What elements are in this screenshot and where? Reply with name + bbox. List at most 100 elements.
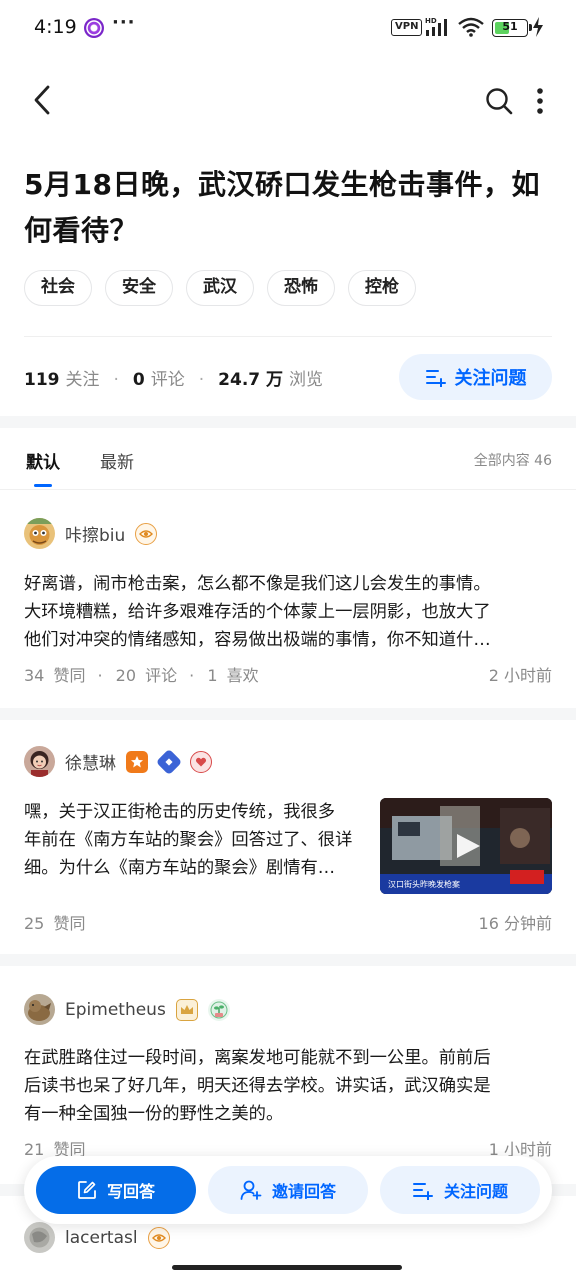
tag-item[interactable]: 社会 xyxy=(24,270,92,306)
likes-count: 21 xyxy=(24,1140,45,1159)
follow-question-bottom-label: 关注问题 xyxy=(443,1182,508,1201)
excerpt-line: 年前在《南方车站的聚会》回答过了、很详 xyxy=(24,830,353,850)
likes-count: 25 xyxy=(24,914,45,933)
app-notification-icon xyxy=(84,18,104,38)
excerpt-line: 细。为什么《南方车站的聚会》剧情有… xyxy=(24,858,336,878)
answer-time: 2 小时前 xyxy=(488,666,552,685)
followers-count: 119 xyxy=(24,370,60,390)
edit-icon xyxy=(78,1181,96,1199)
tag-item[interactable]: 安全 xyxy=(105,270,173,306)
author-name[interactable]: 徐慧琳 xyxy=(65,749,116,774)
answer-meta: 34 赞同 · 20 评论 · 1 喜欢 xyxy=(24,666,259,685)
signal-icon: HD xyxy=(425,17,447,36)
answer-card[interactable]: Epimetheus 在武胜路住过一段时间，离案发地可能就不到一公里。前前后 后… xyxy=(0,994,576,1174)
video-thumbnail[interactable]: 汉口街头昨晚发枪案 xyxy=(380,798,552,894)
author-name[interactable]: lacertasl xyxy=(65,1228,138,1248)
excerpt-line: 有一种全国独一份的野性之美的。 xyxy=(24,1104,284,1124)
answer-excerpt[interactable]: 嘿，关于汉正街枪击的历史传统，我很多 年前在《南方车站的聚会》回答过了、很详 细… xyxy=(24,798,374,882)
excerpt-line: 大环境糟糕，给许多艰难存活的个体蒙上一层阴影，也放大了 xyxy=(24,602,491,622)
follow-question-button[interactable]: 关注问题 xyxy=(399,354,552,400)
followers-label: 关注 xyxy=(65,370,100,390)
write-answer-label: 写回答 xyxy=(106,1182,155,1201)
battery-percent: 51 xyxy=(502,20,518,33)
section-gap xyxy=(0,954,576,966)
avatar xyxy=(24,1222,55,1253)
wifi-icon xyxy=(458,17,484,37)
plant-badge-icon xyxy=(207,998,230,1021)
excerpt-line: 后读书也呆了好几年，明天还得去学校。讲实话，武汉确实是 xyxy=(24,1076,491,1096)
comments-label[interactable]: 评论 xyxy=(151,365,185,390)
likes-label: 赞同 xyxy=(53,914,86,933)
tab-active-indicator xyxy=(34,484,52,487)
hd-label: HD xyxy=(425,17,437,25)
top-nav xyxy=(0,70,576,130)
answer-card[interactable]: 徐慧琳 嘿，关于汉正街枪击的历史传统，我很多 年前在《南方车站的聚会》回答过了、… xyxy=(0,746,576,952)
views-label: 浏览 xyxy=(289,370,324,390)
tag-item[interactable]: 恐怖 xyxy=(267,270,335,306)
tag-item[interactable]: 控枪 xyxy=(348,270,416,306)
tag-item[interactable]: 武汉 xyxy=(186,270,254,306)
follow-list-icon xyxy=(412,1183,433,1200)
tab-latest[interactable]: 最新 xyxy=(100,448,134,473)
comments-count: 0 xyxy=(132,370,145,390)
follow-question-bottom-button[interactable]: 关注问题 xyxy=(380,1166,540,1214)
heart-badge-icon xyxy=(190,750,212,773)
answer-card[interactable]: 咔擦biu 好离谱，闹市枪击案，怎么都不像是我们这儿会发生的事情。 大环境糟糕，… xyxy=(0,518,576,708)
author-name[interactable]: Epimetheus xyxy=(65,1000,166,1020)
follow-question-label: 关注问题 xyxy=(454,368,527,389)
question-title: 5月18日晚，武汉硚口发生枪击事件，如何看待？ xyxy=(24,168,540,247)
views-count: 24.7 万 xyxy=(218,370,284,390)
answer-author[interactable]: Epimetheus xyxy=(24,994,230,1025)
favs-count: 1 xyxy=(207,666,218,685)
bottom-action-bar: 写回答 邀请回答 关注问题 xyxy=(24,1156,552,1224)
back-button[interactable] xyxy=(24,80,60,120)
eye-badge-icon xyxy=(135,522,158,545)
follow-list-icon xyxy=(425,370,446,387)
answer-excerpt[interactable]: 好离谱，闹市枪击案，怎么都不像是我们这儿会发生的事情。 大环境糟糕，给许多艰难存… xyxy=(24,570,491,654)
crown-badge-icon xyxy=(175,998,198,1021)
excerpt-line: 在武胜路住过一段时间，离案发地可能就不到一公里。前前后 xyxy=(24,1048,491,1068)
video-caption: 汉口街头昨晚发枪案 xyxy=(388,879,460,889)
more-options-button[interactable] xyxy=(527,82,553,120)
answer-meta: 25 赞同 xyxy=(24,910,89,934)
search-icon xyxy=(486,88,513,115)
divider xyxy=(24,336,552,337)
comments-label: 评论 xyxy=(145,666,178,685)
invite-answer-button[interactable]: 邀请回答 xyxy=(208,1166,368,1214)
favs-label: 喜欢 xyxy=(226,666,259,685)
write-answer-button[interactable]: 写回答 xyxy=(36,1166,196,1214)
status-bar: 4:19 ··· VPN HD 51 xyxy=(0,0,576,56)
charging-icon xyxy=(533,17,543,37)
question-stats: 119 关注 · 0 评论 · 24.7 万 浏览 xyxy=(24,365,323,390)
tab-default[interactable]: 默认 xyxy=(26,448,60,473)
diamond-badge-icon xyxy=(155,748,183,775)
total-content-count: 全部内容 46 xyxy=(473,453,552,469)
excerpt-line: 嘿，关于汉正街枪击的历史传统，我很多 xyxy=(24,802,336,822)
answer-author[interactable]: 咔擦biu xyxy=(24,518,158,549)
status-more-icon: ··· xyxy=(112,12,136,33)
more-vertical-icon xyxy=(537,88,543,114)
avatar xyxy=(24,994,55,1025)
search-button[interactable] xyxy=(480,82,518,120)
status-time: 4:19 xyxy=(34,16,77,38)
avatar xyxy=(24,518,55,549)
author-name[interactable]: 咔擦biu xyxy=(65,521,125,546)
home-indicator[interactable] xyxy=(172,1265,402,1270)
excerpt-line: 好离谱，闹市枪击案，怎么都不像是我们这儿会发生的事情。 xyxy=(24,574,491,594)
invite-answer-label: 邀请回答 xyxy=(271,1182,336,1201)
battery-icon: 51 xyxy=(492,19,532,37)
section-gap xyxy=(0,416,576,428)
eye-badge-icon xyxy=(147,1226,170,1249)
answer-author[interactable]: lacertasl xyxy=(24,1222,170,1253)
answer-author[interactable]: 徐慧琳 xyxy=(24,746,212,777)
likes-label: 赞同 xyxy=(53,666,86,685)
answer-card[interactable]: lacertasl xyxy=(0,1222,576,1262)
vpn-icon: VPN xyxy=(391,19,423,36)
add-user-icon xyxy=(240,1180,262,1200)
likes-count: 34 xyxy=(24,666,45,685)
answer-excerpt[interactable]: 在武胜路住过一段时间，离案发地可能就不到一公里。前前后 后读书也呆了好几年，明天… xyxy=(24,1044,491,1128)
star-badge-icon xyxy=(126,750,148,773)
answer-time: 16 分钟前 xyxy=(478,914,552,933)
sort-tabs: 默认 最新 全部内容 46 xyxy=(0,428,576,490)
avatar xyxy=(24,746,55,777)
